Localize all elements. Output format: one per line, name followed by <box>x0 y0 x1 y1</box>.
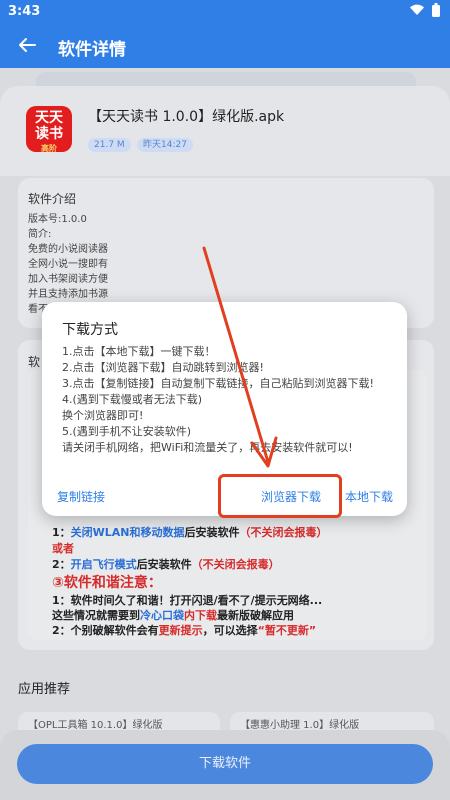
note-highlight: 冷心口袋 <box>140 609 184 622</box>
copy-link-button[interactable]: 复制链接 <box>57 488 105 505</box>
status-time: 3:43 <box>8 4 41 19</box>
install-notes-header: 软 <box>28 355 41 369</box>
app-icon-sub: 高阶 <box>41 144 57 153</box>
app-icon-text-2: 读书 <box>35 126 63 142</box>
rule-warning: （不关闭会报毒） <box>239 526 328 539</box>
note-warning: “暂不更新” <box>257 624 317 637</box>
app-bar: 软件详情 <box>0 24 450 68</box>
harmony-note-1: 1：软件时间久了和谐！打开闪退/看不了/提示无网络... <box>52 594 323 607</box>
intro-line: 全网小说一搜即有 <box>28 259 108 270</box>
rule-prefix: 1： <box>52 526 71 539</box>
harmony-note-3: 2：个别破解软件会有更新提示，可以选择“暂不更新” <box>52 622 316 638</box>
install-rule-or: 或者 <box>52 542 74 555</box>
app-name: 【天天读书 1.0.0】绿化版.apk <box>88 109 285 125</box>
rule-prefix: 2： <box>52 558 71 571</box>
app-icon-text-1: 天天 <box>35 110 63 126</box>
date-badge: 昨天14:27 <box>137 138 193 152</box>
intro-line: 加入书架阅读方便 <box>28 274 108 285</box>
intro-line: 免费的小说阅读器 <box>28 244 108 255</box>
dialog-line: 请关闭手机网络，把WiFi和流量关了，再去安装软件就可以! <box>62 441 353 454</box>
battery-icon <box>432 3 440 17</box>
note-text: 最新版破解应用 <box>217 609 294 622</box>
intro-title: 软件介绍 <box>28 192 77 206</box>
install-rule-1: 1：关闭WLAN和移动数据后安装软件（不关闭会报毒） <box>52 524 328 540</box>
rule-text: 后安装软件 <box>184 526 240 539</box>
intro-line: 版本号:1.0.0 <box>28 214 87 225</box>
install-rule-2: 2：开启飞行模式后安装软件（不关闭会报毒） <box>52 556 280 572</box>
local-download-button[interactable]: 本地下载 <box>345 488 393 505</box>
note-text: 这些情况就需要到 <box>52 609 140 622</box>
status-bar: 3:43 <box>0 0 450 24</box>
note-text: ，可以选择 <box>202 624 258 637</box>
dialog-line: 1.点击【本地下载】一键下载！ <box>62 345 216 358</box>
back-arrow-icon[interactable] <box>16 34 38 56</box>
app-icon: 天天 读书 高阶 <box>26 106 72 153</box>
intro-line: 简介: <box>28 229 52 240</box>
page-title: 软件详情 <box>58 40 126 60</box>
dialog-line: 2.点击【浏览器下载】自动跳转到浏览器! <box>62 361 264 374</box>
rule-highlight: 关闭WLAN和移动数据 <box>70 526 185 539</box>
download-button[interactable]: 下载软件 <box>17 744 433 784</box>
note-warning: 更新提示 <box>158 624 203 637</box>
dialog-line: 3.点击【复制链接】自动复制下载链接，自己粘贴到浏览器下载! <box>62 377 374 390</box>
harmony-note-2: 这些情况就需要到冷心口袋内下载最新版破解应用 <box>52 607 294 623</box>
rule-text: 后安装软件 <box>136 558 192 571</box>
dialog-line: 5.(遇到手机不让安装软件) <box>62 425 192 438</box>
dialog-line: 4.(遇到下载慢或者无法下载) <box>62 393 203 406</box>
status-icons <box>410 3 440 17</box>
rule-warning: （不关闭会报毒） <box>191 558 280 571</box>
dialog-title: 下载方式 <box>62 322 118 338</box>
section-3-title: ③软件和谐注意： <box>52 575 162 591</box>
rule-highlight: 开启飞行模式 <box>70 558 137 571</box>
intro-line: 并且支持添加书源 <box>28 289 108 300</box>
note-text: 2：个别破解软件会有 <box>52 624 159 637</box>
dialog-line: 换个浏览器即可! <box>62 409 144 422</box>
wifi-icon <box>410 4 424 16</box>
size-badge: 21.7 M <box>88 138 131 152</box>
dialog-instructions: 1.点击【本地下载】一键下载！ 2.点击【浏览器下载】自动跳转到浏览器! 3.点… <box>62 344 392 456</box>
recommend-title: 应用推荐 <box>18 682 71 697</box>
note-warning: 内下载 <box>184 609 217 622</box>
annotation-highlight-box <box>218 474 342 518</box>
